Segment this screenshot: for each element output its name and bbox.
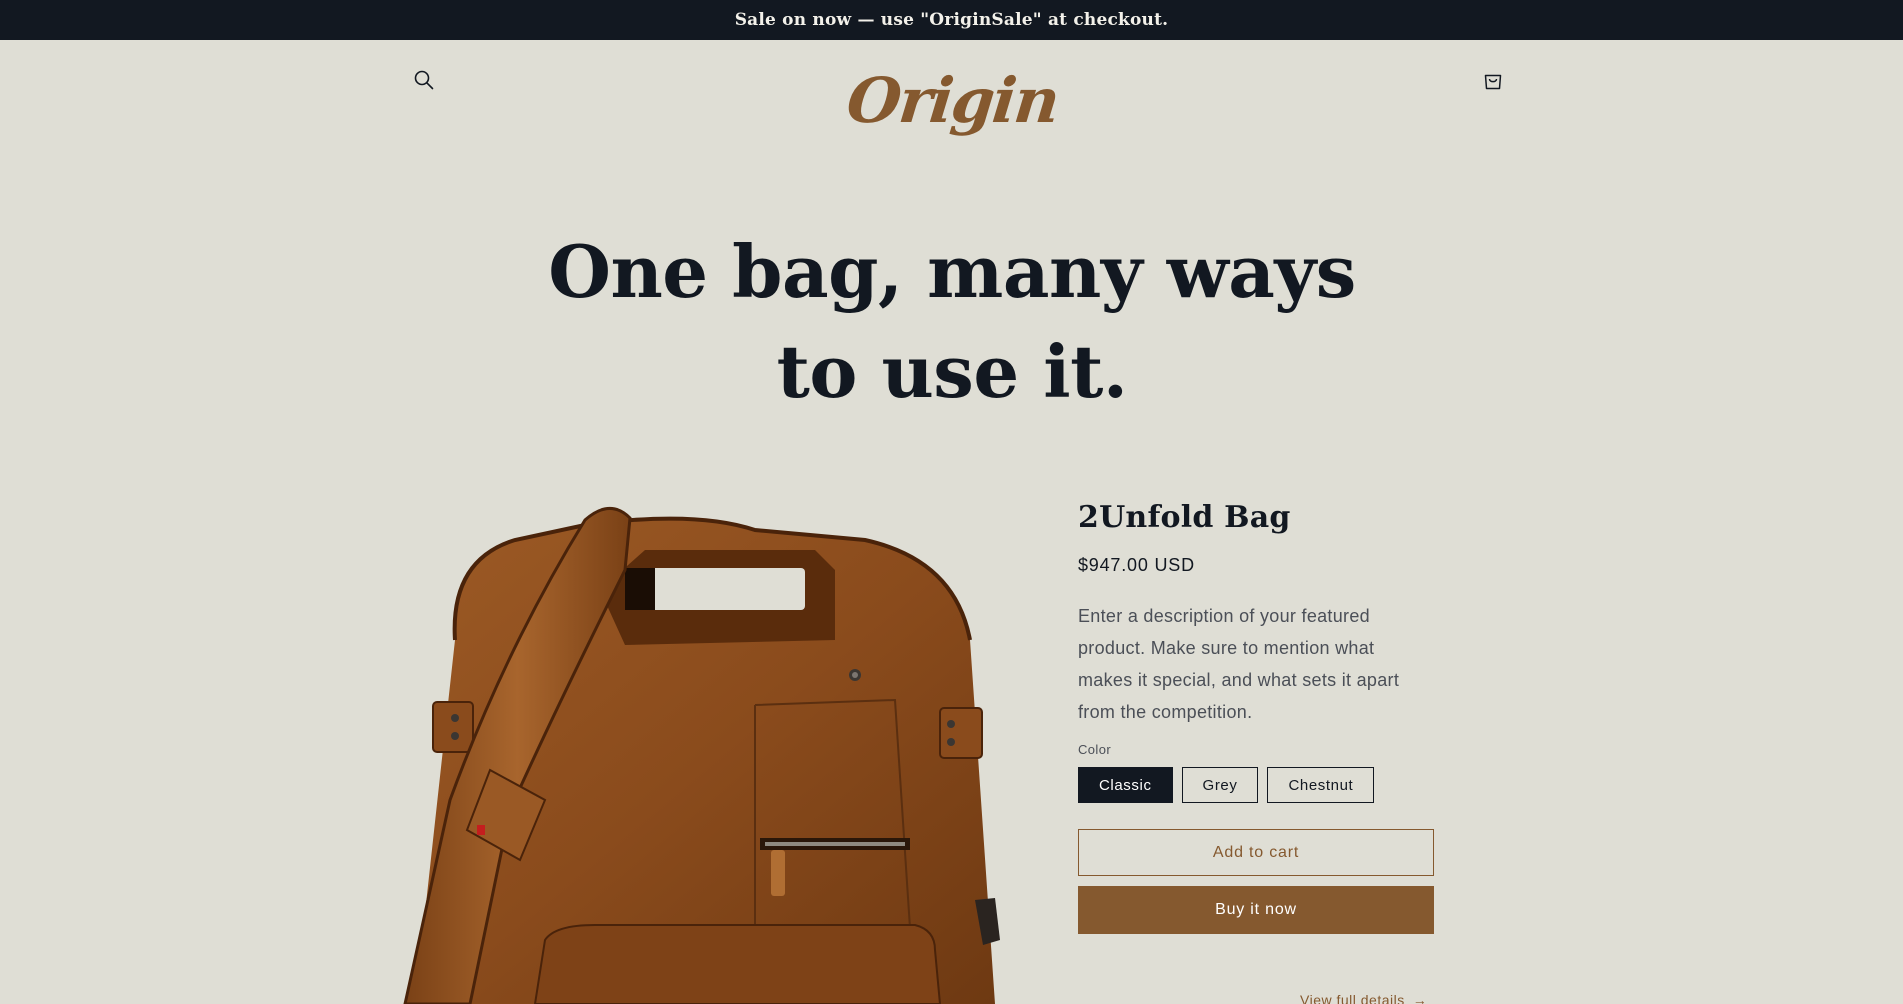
product-title: 2Unfold Bag [1078, 500, 1291, 535]
search-button[interactable] [404, 60, 444, 100]
logo-text: Origin [843, 63, 1062, 137]
product-price: $947.00 USD [1078, 555, 1195, 575]
product-description: Enter a description of your featured pro… [1078, 606, 1400, 722]
view-details-label: View full details [1300, 992, 1405, 1004]
cart-button[interactable] [1473, 60, 1513, 100]
announcement-text: Sale on now — use "OriginSale" at checko… [734, 10, 1169, 30]
hero-line-2: to use it. [776, 329, 1128, 414]
add-to-cart-button[interactable]: Add to cart [1078, 829, 1434, 876]
hero-headline: One bag, many ways to use it. [500, 222, 1404, 422]
announcement-bar: Sale on now — use "OriginSale" at checko… [0, 0, 1903, 40]
site-logo[interactable]: Origin [844, 40, 1062, 160]
color-option-grey[interactable]: Grey [1181, 767, 1259, 803]
cart-icon [1484, 74, 1502, 90]
color-label: Color [1078, 742, 1112, 757]
color-options: Classic Grey Chestnut [1078, 767, 1434, 803]
product-info: 2Unfold Bag $947.00 USD Enter a descript… [1078, 500, 1434, 934]
view-details-link[interactable]: View full details → [1300, 992, 1427, 1004]
product-image[interactable] [395, 470, 1035, 1004]
leather-bag-image [403, 507, 1000, 1004]
arrow-right-icon: → [1412, 992, 1428, 1004]
color-option-classic[interactable]: Classic [1078, 767, 1173, 803]
buy-now-button[interactable]: Buy it now [1078, 886, 1434, 934]
search-icon [414, 70, 434, 90]
hero-line-1: One bag, many ways [548, 229, 1356, 314]
color-option-chestnut[interactable]: Chestnut [1267, 767, 1375, 803]
